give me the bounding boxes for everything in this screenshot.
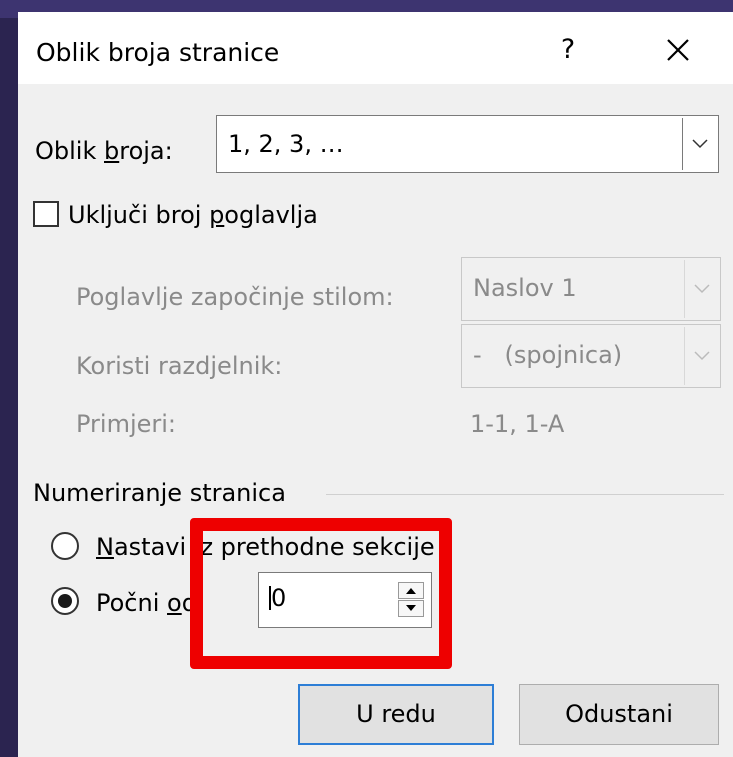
number-format-label: Oblik broja: bbox=[35, 137, 173, 165]
chapter-style-combo: Naslov 1 bbox=[461, 257, 721, 321]
start-at-label[interactable]: Počni od: bbox=[96, 589, 205, 617]
chevron-down-icon bbox=[692, 139, 708, 149]
separator-value: - (spojnica) bbox=[473, 341, 623, 369]
close-icon bbox=[667, 39, 689, 61]
chevron-down-icon bbox=[694, 351, 710, 361]
number-format-combo[interactable]: 1, 2, 3, … bbox=[216, 115, 719, 173]
page-numbering-group-label: Numeriranje stranica bbox=[33, 479, 286, 507]
number-format-label-text: Oblik bbox=[35, 137, 104, 165]
ok-button[interactable]: U redu bbox=[298, 684, 494, 745]
include-chapter-checkbox[interactable] bbox=[33, 201, 59, 227]
include-chapter-label-text: Uključi broj bbox=[68, 201, 210, 229]
highlight-annotation-box bbox=[190, 518, 452, 669]
chapter-style-label: Poglavlje započinje stilom: bbox=[76, 283, 394, 311]
number-format-dropdown-button[interactable] bbox=[682, 118, 716, 170]
continue-label-accel: N bbox=[96, 533, 114, 561]
start-at-radio[interactable] bbox=[51, 587, 79, 615]
chapter-style-dropdown-button bbox=[684, 260, 718, 318]
chevron-down-icon bbox=[694, 284, 710, 294]
include-chapter-label[interactable]: Uključi broj poglavlja bbox=[68, 201, 318, 229]
examples-value: 1-1, 1-A bbox=[470, 410, 565, 438]
dialog-title: Oblik broja stranice bbox=[36, 38, 280, 67]
start-at-label-accel: o bbox=[167, 589, 182, 617]
group-divider bbox=[326, 494, 724, 495]
start-at-label-text: Počni bbox=[96, 589, 168, 617]
radio-selected-dot bbox=[58, 594, 72, 608]
separator-label: Koristi razdjelnik: bbox=[76, 352, 283, 380]
title-bar: Oblik broja stranice ? bbox=[18, 12, 733, 84]
cancel-button[interactable]: Odustani bbox=[519, 684, 719, 745]
separator-dropdown-button bbox=[684, 327, 718, 385]
help-icon: ? bbox=[560, 34, 576, 65]
include-chapter-label-accel: p bbox=[209, 201, 225, 229]
close-button[interactable] bbox=[658, 30, 698, 70]
number-format-value: 1, 2, 3, … bbox=[228, 130, 344, 158]
help-button[interactable]: ? bbox=[548, 30, 588, 70]
number-format-label-accel: b bbox=[104, 137, 120, 165]
number-format-label-text-2: roja: bbox=[119, 137, 173, 165]
continue-radio[interactable] bbox=[51, 532, 79, 560]
examples-label: Primjeri: bbox=[76, 410, 177, 438]
chapter-style-value: Naslov 1 bbox=[473, 274, 577, 302]
include-chapter-label-text-2: oglavlja bbox=[224, 201, 318, 229]
separator-combo: - (spojnica) bbox=[461, 324, 721, 388]
